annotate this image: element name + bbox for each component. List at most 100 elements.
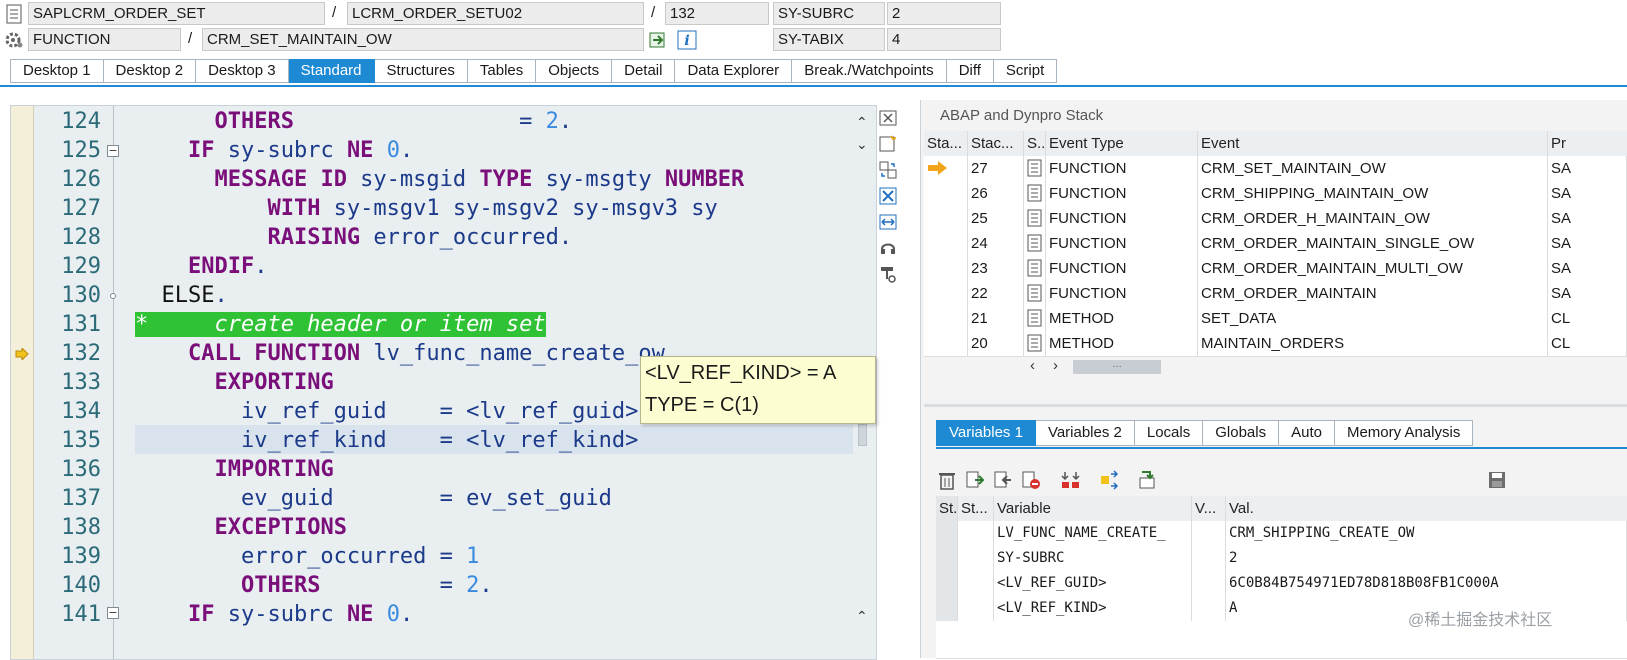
- column-header[interactable]: Event: [1198, 131, 1548, 156]
- stack-cell: 25: [968, 206, 1024, 231]
- tab-standard[interactable]: Standard: [288, 59, 375, 83]
- scroll-up-icon[interactable]: ⌃: [856, 608, 868, 625]
- stack-horizontal-scrollbar[interactable]: ‹ › …: [1025, 357, 1627, 377]
- sysvar2-value[interactable]: 4: [887, 28, 1001, 51]
- stack-row[interactable]: 23 FUNCTION CRM_ORDER_MAINTAIN_MULTI_OW SA: [924, 256, 1627, 282]
- link-icon[interactable]: [877, 239, 899, 261]
- sysvar2-name[interactable]: SY-TABIX: [773, 28, 885, 51]
- variable-cell: [958, 571, 994, 596]
- breakpoint-gutter[interactable]: [11, 106, 34, 659]
- stack-row[interactable]: 20 METHOD MAINTAIN_ORDERS CL: [924, 331, 1627, 357]
- column-header[interactable]: Variable: [994, 496, 1192, 521]
- load-variables-icon[interactable]: [964, 470, 986, 492]
- close-view-icon[interactable]: [877, 109, 899, 131]
- fold-guide: [113, 106, 114, 659]
- line-field[interactable]: 132: [665, 2, 769, 25]
- tooltip-type: TYPE = C(1): [645, 394, 759, 416]
- stack-cell: CRM_SET_MAINTAIN_OW: [1198, 156, 1548, 181]
- sysvar1-value[interactable]: 2: [887, 2, 1001, 25]
- tab-objects[interactable]: Objects: [536, 59, 613, 83]
- event-type-field[interactable]: FUNCTION: [28, 28, 181, 51]
- event-field[interactable]: CRM_SET_MAINTAIN_OW: [202, 28, 644, 51]
- tab-memory-analysis[interactable]: Memory Analysis: [1334, 420, 1474, 446]
- tab-structures[interactable]: Structures: [374, 59, 468, 83]
- tab-globals[interactable]: Globals: [1203, 420, 1280, 446]
- variable-name[interactable]: <LV_REF_KIND>: [994, 596, 1192, 621]
- variable-value[interactable]: 6C0B84B754971ED78D818B08FB1C000A: [1226, 571, 1627, 596]
- column-header[interactable]: St...: [936, 496, 958, 521]
- variable-cell: [1192, 571, 1226, 596]
- variable-cell: [958, 596, 994, 621]
- variable-value[interactable]: CRM_SHIPPING_CREATE_OW: [1226, 521, 1627, 546]
- variable-name[interactable]: LV_FUNC_NAME_CREATE_: [994, 521, 1192, 546]
- column-header[interactable]: Event Type: [1046, 131, 1198, 156]
- tab-tables[interactable]: Tables: [467, 59, 537, 83]
- include-field[interactable]: LCRM_ORDER_SETU02: [347, 2, 644, 25]
- sysvar1-name[interactable]: SY-SUBRC: [773, 2, 885, 25]
- line-number: 137: [61, 486, 101, 511]
- tab-breakpoints[interactable]: Break./Watchpoints: [792, 59, 947, 83]
- tab-variables-1[interactable]: Variables 1: [936, 420, 1036, 446]
- stack-row[interactable]: 22 FUNCTION CRM_ORDER_MAINTAIN SA: [924, 281, 1627, 307]
- export-variables-icon[interactable]: [1136, 470, 1158, 492]
- scroll-thumb[interactable]: [858, 424, 867, 446]
- column-header[interactable]: S..: [1024, 131, 1046, 156]
- line-number: 126: [61, 167, 101, 192]
- tab-desktop-3[interactable]: Desktop 3: [196, 59, 289, 83]
- delete-icon[interactable]: [936, 470, 958, 492]
- variable-row[interactable]: SY-SUBRC 2: [936, 546, 1627, 572]
- stack-row[interactable]: 26 FUNCTION CRM_SHIPPING_MAINTAIN_OW SA: [924, 181, 1627, 207]
- code-line: ev_guid = ev_set_guid: [135, 486, 612, 511]
- stack-cell: SA: [1548, 231, 1627, 256]
- scroll-down-icon[interactable]: ⌄: [856, 136, 868, 153]
- program-field[interactable]: SAPLCRM_ORDER_SET: [28, 2, 325, 25]
- variable-row[interactable]: <LV_REF_GUID> 6C0B84B754971ED78D818B08FB1…: [936, 571, 1627, 597]
- variable-name[interactable]: <LV_REF_GUID>: [994, 571, 1192, 596]
- info-icon[interactable]: i: [677, 30, 697, 50]
- tab-locals[interactable]: Locals: [1134, 420, 1204, 446]
- tab-auto[interactable]: Auto: [1279, 420, 1335, 446]
- fold-toggle-icon[interactable]: −: [107, 145, 119, 157]
- maximize-icon[interactable]: [877, 187, 899, 209]
- column-header[interactable]: Pr: [1548, 131, 1627, 156]
- variables-tab-underline: [936, 447, 1627, 449]
- column-header[interactable]: Stac...: [968, 131, 1024, 156]
- scroll-right-icon[interactable]: ›: [1053, 357, 1058, 374]
- tab-desktop-2[interactable]: Desktop 2: [103, 59, 197, 83]
- tab-variables-2[interactable]: Variables 2: [1035, 420, 1135, 446]
- fold-toggle-icon[interactable]: −: [107, 607, 119, 619]
- variable-value[interactable]: 2: [1226, 546, 1627, 571]
- stack-row[interactable]: 27 FUNCTION CRM_SET_MAINTAIN_OW SA: [924, 156, 1627, 182]
- navigate-icon[interactable]: [648, 30, 668, 50]
- column-header[interactable]: Sta...: [924, 131, 968, 156]
- remove-variable-icon[interactable]: [1020, 470, 1042, 492]
- tab-detail[interactable]: Detail: [612, 59, 676, 83]
- tab-diff[interactable]: Diff: [946, 59, 994, 83]
- scroll-thumb[interactable]: …: [1073, 360, 1161, 374]
- new-tool-icon[interactable]: [877, 135, 899, 157]
- column-header[interactable]: V...: [1192, 496, 1226, 521]
- scroll-up-icon[interactable]: ⌃: [856, 114, 868, 131]
- stack-cell: 27: [968, 156, 1024, 181]
- settings-tool-icon[interactable]: [877, 265, 899, 287]
- tab-desktop-1[interactable]: Desktop 1: [10, 59, 104, 83]
- variable-name[interactable]: SY-SUBRC: [994, 546, 1192, 571]
- stack-row[interactable]: 21 METHOD SET_DATA CL: [924, 306, 1627, 332]
- save-variables-icon[interactable]: [992, 470, 1014, 492]
- stack-cell: MAINTAIN_ORDERS: [1198, 331, 1548, 356]
- transfer-variables-icon[interactable]: [1098, 470, 1120, 492]
- column-header[interactable]: St...: [958, 496, 994, 521]
- panel-divider[interactable]: [924, 404, 1627, 407]
- floppy-save-icon[interactable]: [1486, 470, 1508, 492]
- move-variables-icon[interactable]: [1060, 470, 1082, 492]
- column-header[interactable]: Val.: [1226, 496, 1627, 521]
- stack-row[interactable]: 25 FUNCTION CRM_ORDER_H_MAINTAIN_OW SA: [924, 206, 1627, 232]
- swap-tool-icon[interactable]: [877, 161, 899, 183]
- stack-row[interactable]: 24 FUNCTION CRM_ORDER_MAINTAIN_SINGLE_OW SA: [924, 231, 1627, 257]
- scroll-left-icon[interactable]: ‹: [1030, 357, 1035, 374]
- tab-data-explorer[interactable]: Data Explorer: [675, 59, 793, 83]
- tab-script[interactable]: Script: [993, 59, 1058, 83]
- fit-width-icon[interactable]: [877, 213, 899, 235]
- variable-row[interactable]: LV_FUNC_NAME_CREATE_ CRM_SHIPPING_CREATE_…: [936, 521, 1627, 547]
- code-line: IF sy-subrc NE 0.: [187, 602, 414, 627]
